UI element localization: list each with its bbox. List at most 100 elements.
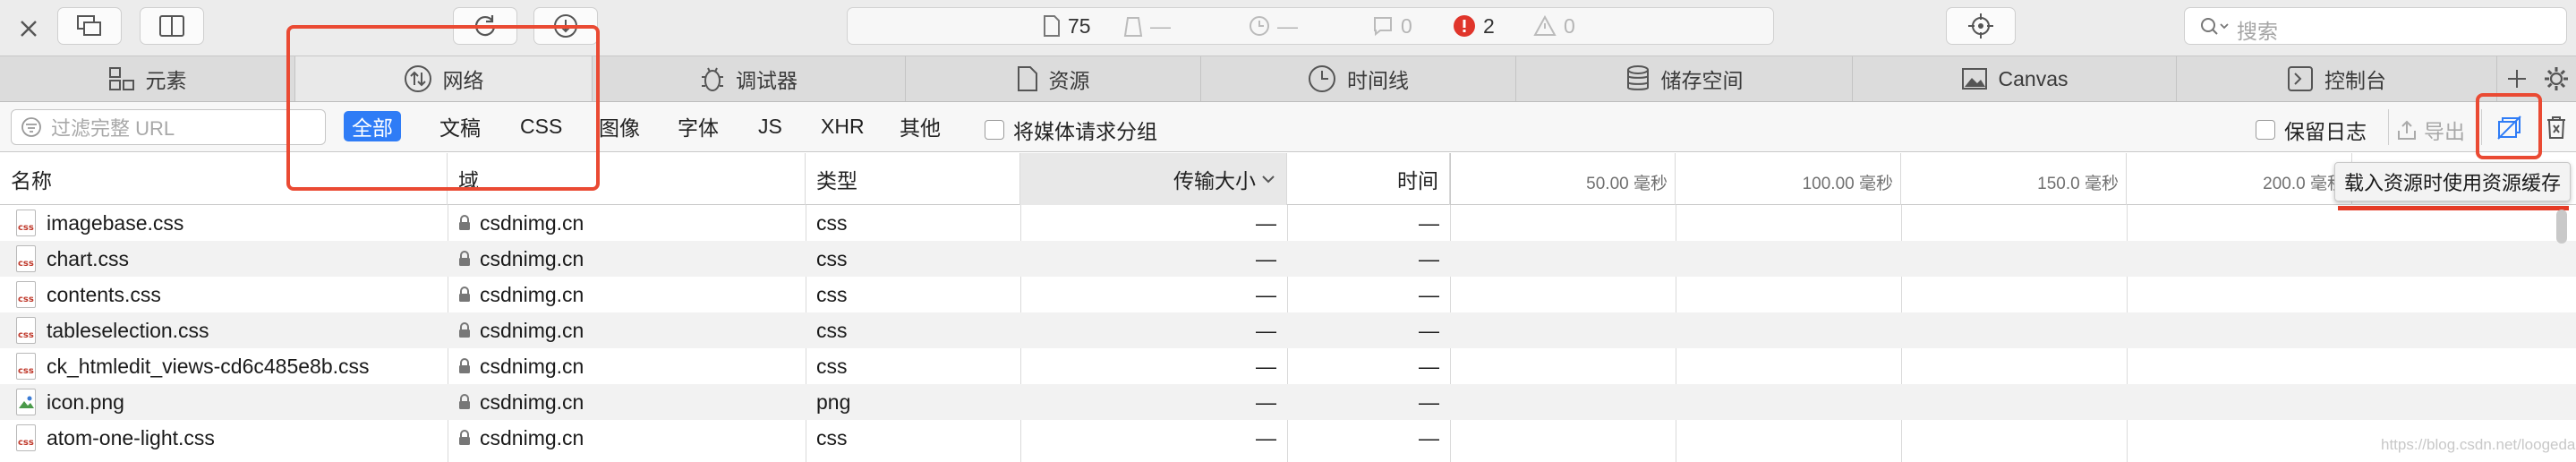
tab-timeline[interactable]: 时间线 [1201, 56, 1516, 101]
request-type: png [816, 389, 851, 414]
filter-type-js[interactable]: JS [750, 111, 790, 141]
dock-side-button[interactable] [140, 7, 204, 45]
close-icon[interactable] [13, 13, 45, 45]
css-file-icon: css [16, 281, 36, 308]
tab-resources[interactable]: 资源 [906, 56, 1201, 101]
cell-domain: csdnimg.cn [458, 205, 584, 241]
table-row[interactable]: css atom-one-light.css csdnimg.cn css — — [0, 420, 2576, 456]
vertical-scrollbar[interactable] [2556, 210, 2567, 244]
cell-name: css imagebase.css [16, 205, 183, 241]
tab-console-label: 控制台 [2324, 69, 2386, 92]
logs-count-item[interactable]: 0 [1372, 8, 1412, 44]
request-transfer-size: — [1256, 425, 1276, 449]
export-button[interactable]: 导出 [2397, 115, 2465, 145]
request-type: css [816, 354, 848, 378]
detach-window-button[interactable] [57, 7, 122, 45]
table-row[interactable]: css imagebase.css csdnimg.cn css — — [0, 205, 2576, 241]
request-domain: csdnimg.cn [480, 354, 584, 378]
tab-resources-label: 资源 [1048, 69, 1090, 92]
error-icon [1454, 15, 1475, 37]
group-media-checkbox-box[interactable] [985, 120, 1004, 140]
requests-count-item[interactable]: — [1123, 8, 1171, 44]
table-row[interactable]: css chart.css csdnimg.cn css — — [0, 241, 2576, 277]
timeline-icon [1309, 65, 1335, 92]
column-header-transfer-label: 传输大小 [1173, 169, 1256, 192]
tab-elements-label: 元素 [145, 69, 187, 92]
request-type: css [816, 246, 848, 270]
tab-canvas-label: Canvas [1998, 66, 2068, 90]
column-header-transfer-size[interactable]: 传输大小 [1020, 153, 1287, 205]
tab-elements[interactable]: 元素 [0, 56, 295, 101]
weight-icon [1123, 17, 1143, 37]
timeline-tick-label: 150.0 毫秒 [1901, 153, 2127, 205]
request-time: — [1419, 354, 1439, 378]
cell-name: css chart.css [16, 241, 129, 277]
logs-count: 0 [1401, 13, 1412, 38]
clock-icon [1250, 16, 1269, 36]
cell-domain: csdnimg.cn [458, 420, 584, 456]
disable-cache-tooltip: 载入资源时使用资源缓存 [2334, 162, 2571, 201]
errors-count-item[interactable]: 2 [1453, 8, 1495, 44]
column-header-time[interactable]: 时间 [1287, 153, 1450, 205]
table-row[interactable]: css ck_htmledit_views-cd6c485e8b.css csdni… [0, 348, 2576, 384]
warnings-count-item[interactable]: 0 [1533, 8, 1575, 44]
settings-button[interactable] [2538, 56, 2574, 101]
tab-debugger[interactable]: 调试器 [593, 56, 906, 101]
table-row[interactable]: icon.png csdnimg.cn png — — [0, 384, 2576, 420]
split-panel-icon [159, 15, 184, 37]
divider [2388, 109, 2389, 145]
table-row[interactable]: css tableselection.css csdnimg.cn css — — [0, 312, 2576, 348]
search-field[interactable]: 搜索 [2184, 7, 2567, 45]
element-picker-button[interactable] [1946, 7, 2016, 45]
lock-icon [459, 287, 470, 302]
url-filter-input[interactable]: 过滤完整 URL [11, 109, 326, 145]
tab-storage-label: 储存空间 [1660, 69, 1744, 92]
css-file-icon: css [16, 317, 36, 344]
tab-canvas[interactable]: Canvas [1853, 56, 2177, 101]
filter-type-xhr[interactable]: XHR [813, 111, 873, 141]
time-count: — [1277, 13, 1298, 38]
request-transfer-size: — [1256, 246, 1276, 270]
request-name: atom-one-light.css [47, 425, 215, 449]
request-domain: csdnimg.cn [480, 318, 584, 342]
cell-domain: csdnimg.cn [458, 312, 584, 348]
request-time: — [1419, 425, 1439, 449]
network-tab-highlight [286, 25, 600, 191]
preserve-log-checkbox-box[interactable] [2256, 120, 2275, 140]
cell-domain: csdnimg.cn [458, 241, 584, 277]
group-media-label: 将媒体请求分组 [1013, 120, 1157, 143]
table-row[interactable]: css contents.css csdnimg.cn css — — [0, 277, 2576, 312]
url-filter-placeholder: 过滤完整 URL [51, 117, 175, 140]
request-name: imagebase.css [47, 210, 184, 235]
storage-icon [1626, 65, 1649, 90]
css-file-icon: css [16, 245, 36, 272]
cell-name: icon.png [16, 384, 124, 420]
group-media-checkbox[interactable]: 将媒体请求分组 [985, 115, 1157, 145]
column-header-type[interactable]: 类型 [806, 153, 1020, 205]
activity-status-bar: 75 — — 0 2 0 [847, 7, 1774, 45]
request-domain: csdnimg.cn [480, 210, 584, 235]
warnings-count: 0 [1564, 13, 1575, 38]
tab-storage[interactable]: 储存空间 [1516, 56, 1853, 101]
search-icon [2199, 16, 2230, 38]
request-time: — [1419, 389, 1439, 414]
filter-type-fonts[interactable]: 字体 [670, 111, 727, 141]
lock-icon [459, 430, 470, 445]
plus-icon [2508, 70, 2526, 88]
resources-count-item[interactable]: 75 [1043, 8, 1091, 44]
request-name: ck_htmledit_views-cd6c485e8b.css [47, 354, 370, 378]
request-domain: csdnimg.cn [480, 246, 584, 270]
console-icon [2288, 66, 2313, 91]
cell-name: css atom-one-light.css [16, 420, 215, 456]
request-domain: csdnimg.cn [480, 425, 584, 449]
filter-type-other[interactable]: 其他 [891, 111, 949, 141]
css-file-icon: css [16, 353, 36, 380]
time-count-item[interactable]: — [1249, 8, 1298, 44]
lock-icon [459, 358, 470, 373]
preserve-log-checkbox[interactable]: 保留日志 [2256, 115, 2367, 145]
tab-console[interactable]: 控制台 [2177, 56, 2497, 101]
warning-icon [1533, 15, 1557, 36]
cell-name: css ck_htmledit_views-cd6c485e8b.css [16, 348, 370, 384]
clear-log-button[interactable] [2538, 107, 2574, 147]
trash-icon [2547, 116, 2565, 139]
